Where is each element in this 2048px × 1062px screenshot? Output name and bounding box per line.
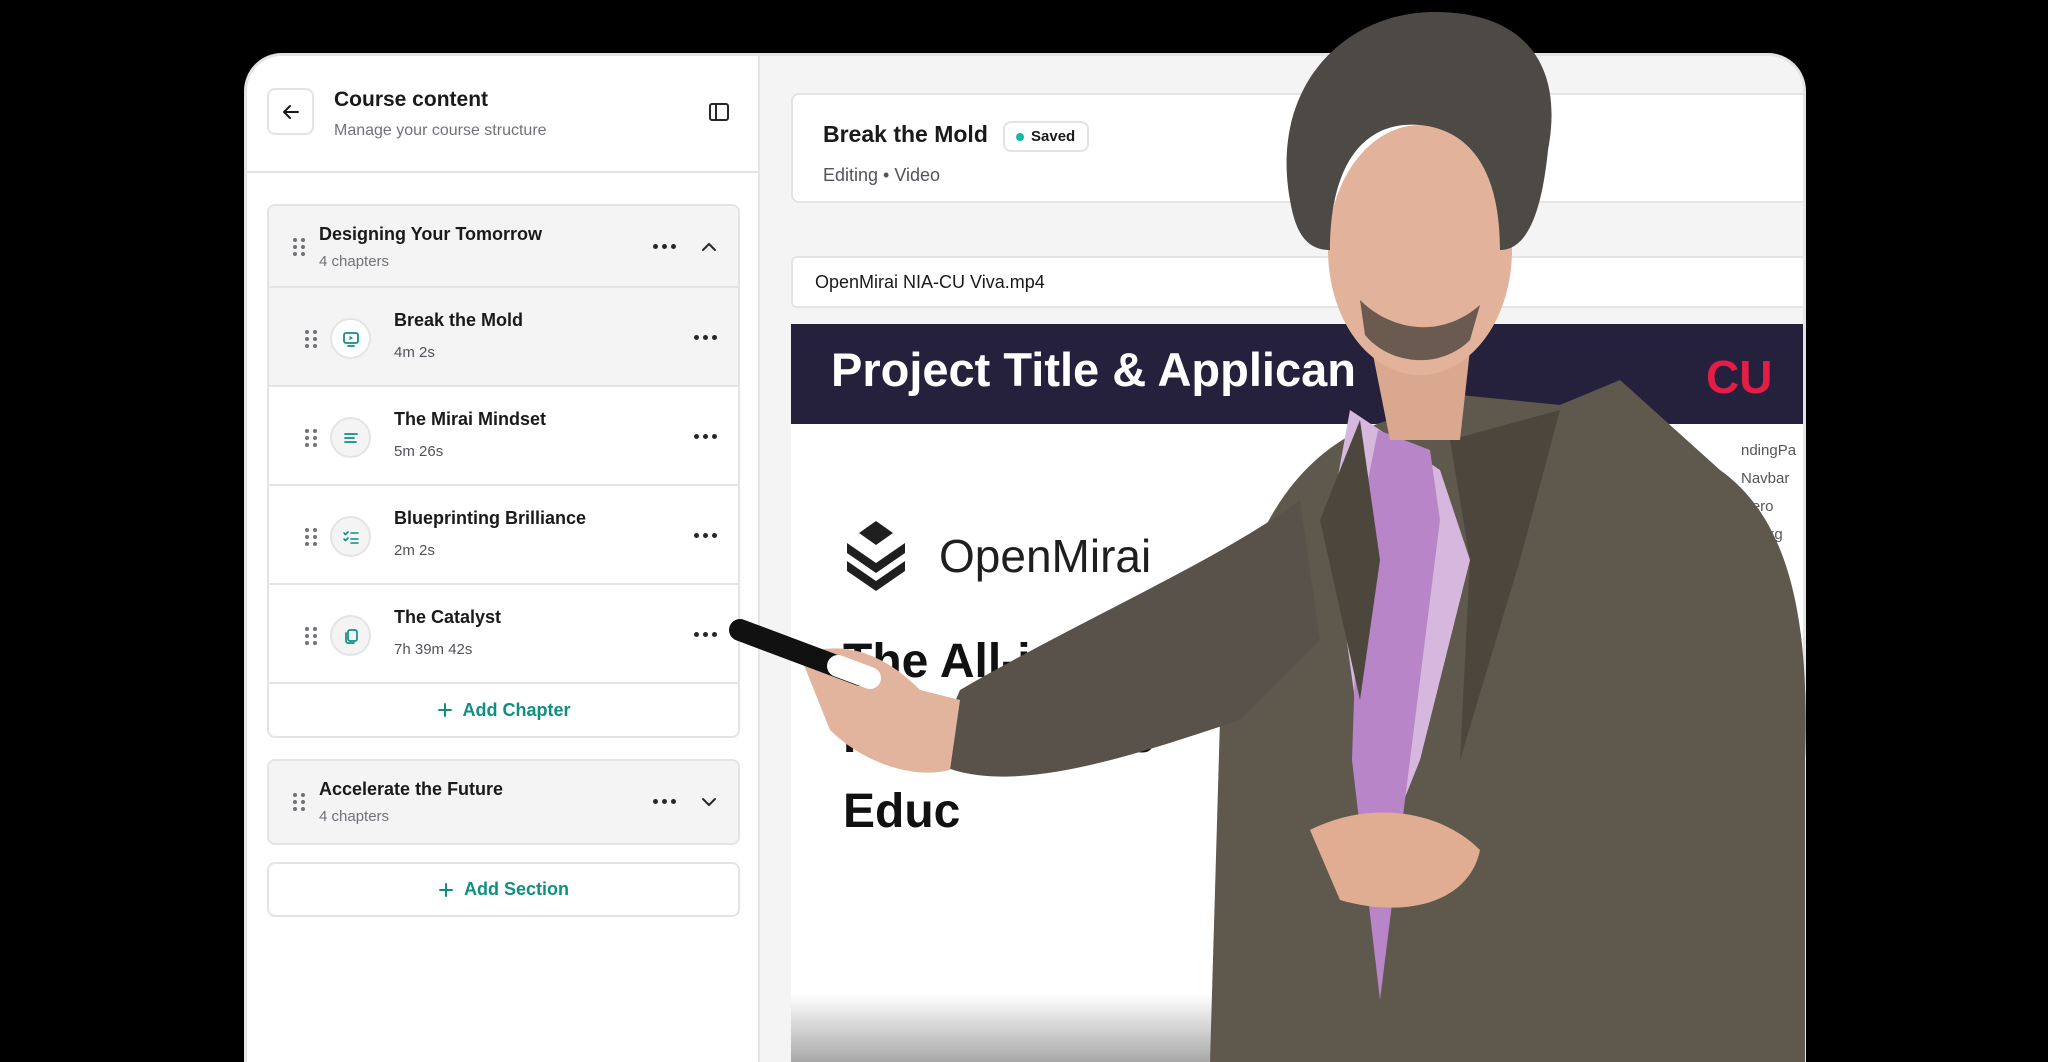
- app-window: Course content Manage your course struct…: [244, 53, 1806, 1062]
- chapter-title: The Mirai Mindset: [394, 409, 547, 429]
- drag-handle-icon[interactable]: [305, 627, 317, 645]
- sidebar-title: Course content: [334, 88, 489, 111]
- chapter-title: The Catalyst: [394, 607, 502, 627]
- chapter-item-the-catalyst[interactable]: The Catalyst 7h 39m 42s: [269, 585, 738, 684]
- slide-side-item: Hero: [1741, 498, 1774, 515]
- section-header[interactable]: Designing Your Tomorrow 4 chapters: [269, 206, 738, 288]
- chapter-duration: 7h 39m 42s: [394, 641, 473, 658]
- drag-handle-icon[interactable]: [293, 238, 305, 256]
- chapter-title: Blueprinting Brilliance: [394, 508, 587, 528]
- video-player[interactable]: Project Title & Applican NIA CU OpenMira…: [791, 324, 1803, 1062]
- chapter-duration: 4m 2s: [394, 344, 435, 361]
- section-accelerate-the-future: Accelerate the Future 4 chapters: [267, 759, 740, 845]
- chapter-duration: 2m 2s: [394, 542, 435, 559]
- partner-logo-cu: CU: [1706, 351, 1773, 403]
- section-header[interactable]: Accelerate the Future 4 chapters: [269, 761, 738, 843]
- course-sidebar: Course content Manage your course struct…: [247, 56, 760, 1062]
- more-options-icon[interactable]: [694, 434, 717, 439]
- section-title: Accelerate the Future: [319, 779, 504, 799]
- copy-icon: [330, 615, 371, 656]
- section-designing-your-tomorrow: Designing Your Tomorrow 4 chapters Break…: [267, 204, 740, 738]
- arrow-left-icon: [282, 104, 299, 119]
- openmirai-logo-icon: [847, 521, 905, 591]
- video-icon: [330, 318, 371, 359]
- add-section-label: Add Section: [463, 879, 569, 899]
- text-icon: [330, 417, 371, 458]
- more-options-icon[interactable]: [653, 244, 676, 249]
- chapter-title: Break the Mold: [394, 310, 524, 330]
- add-chapter-button[interactable]: Add Chapter: [269, 684, 738, 736]
- section-title: Designing Your Tomorrow: [319, 224, 543, 244]
- chapter-item-blueprinting-brilliance[interactable]: Blueprinting Brilliance 2m 2s: [269, 486, 738, 585]
- more-options-icon[interactable]: [694, 632, 717, 637]
- slide-title: Project Title & Applican: [831, 343, 1356, 396]
- video-slide-banner: Project Title & Applican: [791, 324, 1803, 424]
- chapter-item-the-mirai-mindset[interactable]: The Mirai Mindset 5m 26s: [269, 387, 738, 486]
- drag-handle-icon[interactable]: [305, 528, 317, 546]
- sidebar-header: Course content Manage your course struct…: [247, 56, 758, 173]
- lesson-title: Break the Mold: [823, 121, 988, 147]
- slide-line-2: Infrastructure: [843, 710, 1156, 763]
- slide-logo-text: OpenMirai: [939, 530, 1152, 582]
- lesson-header-card: Break the Mold Saved Editing • Video: [791, 93, 1803, 203]
- video-file-field[interactable]: OpenMirai NIA-CU Viva.mp4: [791, 256, 1803, 308]
- drag-handle-icon[interactable]: [293, 793, 305, 811]
- more-options-icon[interactable]: [653, 799, 676, 804]
- slide-side-item: He: [1741, 554, 1761, 571]
- status-badge: Saved: [1003, 121, 1090, 152]
- partner-logo-nia: NIA: [1561, 343, 1648, 399]
- chevron-down-icon[interactable]: [700, 793, 718, 811]
- sidebar-toggle-icon[interactable]: [707, 100, 731, 124]
- add-section-button[interactable]: Add Section: [267, 862, 740, 917]
- checklist-icon: [330, 516, 371, 557]
- back-button[interactable]: [267, 88, 314, 135]
- drag-handle-icon[interactable]: [305, 429, 317, 447]
- lesson-editor: Break the Mold Saved Editing • Video Ope…: [760, 56, 1803, 1062]
- drag-handle-icon[interactable]: [305, 330, 317, 348]
- section-chapter-count: 4 chapters: [319, 253, 390, 270]
- slide-side-item: Navbar: [1741, 470, 1790, 487]
- plus-icon: [437, 703, 452, 717]
- slide-side-item: Backg: [1741, 526, 1783, 543]
- chapter-duration: 5m 26s: [394, 443, 444, 460]
- chapter-item-break-the-mold[interactable]: Break the Mold 4m 2s: [269, 288, 738, 387]
- more-options-icon[interactable]: [694, 533, 717, 538]
- add-chapter-label: Add Chapter: [462, 699, 571, 720]
- sidebar-subtitle: Manage your course structure: [334, 122, 547, 139]
- lesson-meta: Editing • Video: [823, 165, 941, 185]
- add-section-content: Add Section: [269, 864, 738, 915]
- video-controls-shade: [791, 994, 1803, 1062]
- chevron-up-icon[interactable]: [700, 238, 718, 256]
- slide-line-3: Educ: [843, 785, 961, 838]
- slide-line-1: The All-in-One: [843, 635, 1170, 688]
- plus-icon: [438, 882, 453, 897]
- more-options-icon[interactable]: [694, 335, 717, 340]
- slide-side-item: ndingPa: [1741, 442, 1797, 459]
- section-chapter-count: 4 chapters: [319, 808, 390, 825]
